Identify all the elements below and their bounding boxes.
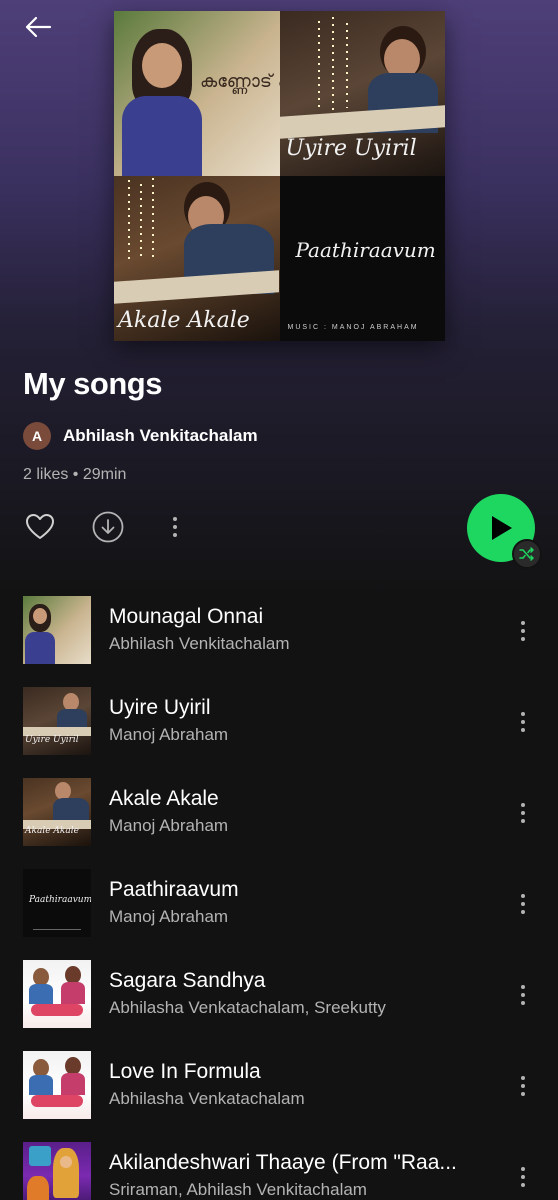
track-artist: Abhilasha Venkatachalam, Sreekutty <box>109 998 386 1017</box>
cover-tile-3: Akale Akale <box>114 176 280 341</box>
more-vertical-icon <box>521 1167 525 1187</box>
track-list: Mounagal Onnai Abhilash Venkitachalam Uyir… <box>0 596 558 1200</box>
track-thumbnail: Paathiraavum <box>23 869 91 937</box>
track-thumbnail: Akale Akale <box>23 778 91 846</box>
more-vertical-icon <box>173 517 177 537</box>
track-row[interactable]: Akilandeshwari Thaaye (From "Raa... Srira… <box>0 1142 558 1200</box>
track-thumbnail: Uyire Uyiril <box>23 687 91 755</box>
track-artist: Manoj Abraham <box>109 725 229 744</box>
track-more-button[interactable] <box>508 707 538 737</box>
more-vertical-icon <box>521 985 525 1005</box>
more-vertical-icon <box>521 621 525 641</box>
cover-tile-2: Uyire Uyiril <box>279 11 445 176</box>
playlist-title: My songs <box>23 366 162 401</box>
heart-icon <box>26 514 54 539</box>
track-more-button[interactable] <box>508 616 538 646</box>
track-title: Sagara Sandhya <box>109 969 266 992</box>
track-text: Akale Akale Manoj Abraham <box>109 787 489 836</box>
owner-row[interactable]: A Abhilash Venkitachalam <box>23 422 258 450</box>
track-more-button[interactable] <box>508 1071 538 1101</box>
track-artist: Abhilasha Venkatachalam <box>109 1089 305 1108</box>
action-bar <box>23 510 185 544</box>
track-text: Uyire Uyiril Manoj Abraham <box>109 696 489 745</box>
track-row[interactable]: Mounagal Onnai Abhilash Venkitachalam <box>0 596 558 687</box>
cover-tile-4-title: Paathiraavum <box>295 238 436 262</box>
cover-tile-1: കണ്ണോട് കണ്ണോരം <box>114 11 280 176</box>
back-button[interactable] <box>20 12 56 42</box>
track-artist: Abhilash Venkitachalam <box>109 634 290 653</box>
track-row[interactable]: Paathiraavum Paathiraavum Manoj Abraham <box>0 869 558 960</box>
track-thumbnail-text: Paathiraavum <box>29 895 91 905</box>
more-vertical-icon <box>521 712 525 732</box>
track-title: Paathiraavum <box>109 878 239 901</box>
track-text: Sagara Sandhya Abhilasha Venkatachalam, S… <box>109 969 489 1018</box>
track-row[interactable]: Uyire Uyiril Uyire Uyiril Manoj Abraham <box>0 687 558 778</box>
more-vertical-icon <box>521 803 525 823</box>
track-text: Love In Formula Abhilasha Venkatachalam <box>109 1060 489 1109</box>
track-text: Paathiraavum Manoj Abraham <box>109 878 489 927</box>
track-artist: Manoj Abraham <box>109 907 229 926</box>
download-button[interactable] <box>91 510 125 544</box>
cover-tile-4: Paathiraavum MUSIC : MANOJ ABRAHAM <box>279 176 445 341</box>
track-text: Akilandeshwari Thaaye (From "Raa... Srira… <box>109 1151 489 1200</box>
track-artist: Manoj Abraham <box>109 816 229 835</box>
cover-tile-3-title: Akale Akale <box>118 308 250 333</box>
playlist-cover: കണ്ണോട് കണ്ണോരം Uyire Uyiril Akale Akale… <box>114 11 445 341</box>
arrow-left-icon <box>25 16 52 38</box>
track-title: Akilandeshwari Thaaye (From "Raa... <box>109 1151 457 1174</box>
download-icon <box>92 511 124 543</box>
track-row[interactable]: Sagara Sandhya Abhilasha Venkatachalam, S… <box>0 960 558 1051</box>
track-thumbnail <box>23 596 91 664</box>
playlist-meta: 2 likes • 29min <box>23 466 127 483</box>
owner-name[interactable]: Abhilash Venkitachalam <box>63 426 258 446</box>
track-title: Uyire Uyiril <box>109 696 211 719</box>
track-more-button[interactable] <box>508 1162 538 1192</box>
track-title: Love In Formula <box>109 1060 261 1083</box>
track-row[interactable]: Akale Akale Akale Akale Manoj Abraham <box>0 778 558 869</box>
shuffle-button[interactable] <box>512 539 542 569</box>
track-artist: Sriraman, Abhilash Venkitachalam <box>109 1180 367 1199</box>
avatar[interactable]: A <box>23 422 51 450</box>
more-options-button[interactable] <box>165 510 185 544</box>
track-more-button[interactable] <box>508 889 538 919</box>
more-vertical-icon <box>521 1076 525 1096</box>
track-title: Mounagal Onnai <box>109 605 264 628</box>
track-more-button[interactable] <box>508 980 538 1010</box>
track-more-button[interactable] <box>508 798 538 828</box>
cover-tile-2-title: Uyire Uyiril <box>285 136 417 161</box>
shuffle-icon <box>519 547 534 561</box>
cover-music-credit: MUSIC : MANOJ ABRAHAM <box>287 324 419 331</box>
track-thumbnail-text: Uyire Uyiril <box>25 735 79 745</box>
like-button[interactable] <box>23 510 57 544</box>
track-thumbnail <box>23 1051 91 1119</box>
track-thumbnail <box>23 960 91 1028</box>
track-row[interactable]: Love In Formula Abhilasha Venkatachalam <box>0 1051 558 1142</box>
more-vertical-icon <box>521 894 525 914</box>
track-thumbnail-text: Akale Akale <box>25 826 79 836</box>
track-text: Mounagal Onnai Abhilash Venkitachalam <box>109 605 489 654</box>
track-title: Akale Akale <box>109 787 219 810</box>
track-thumbnail <box>23 1142 91 1200</box>
play-icon <box>492 516 512 540</box>
cover-tile-1-title: കണ്ണോട് കണ്ണോരം <box>200 71 280 92</box>
